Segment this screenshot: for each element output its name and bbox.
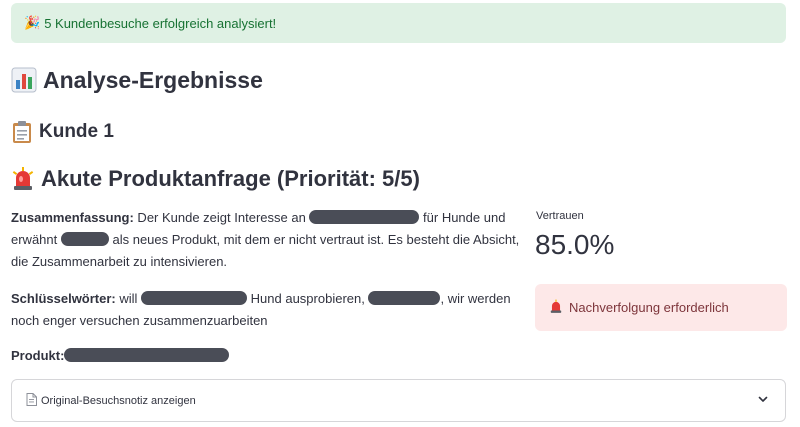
confidence-label: Vertrauen (536, 210, 584, 222)
clipboard-icon (11, 120, 33, 144)
results-title: Analyse-Ergebnisse (43, 66, 263, 93)
success-message: 5 Kundenbesuche erfolgreich analysiert! (44, 15, 277, 31)
summary-part-1: Der Kunde zeigt Interesse an (133, 210, 310, 225)
redacted-text (60, 232, 109, 246)
product-label: Produkt: (11, 348, 65, 363)
original-note-expander[interactable]: Original-Besuchsnotiz anzeigen (11, 379, 786, 422)
customer-title: Kunde 1 (39, 121, 114, 142)
followup-text: Nachverfolgung erforderlich (569, 300, 729, 315)
summary-label: Zusammenfassung: (11, 210, 134, 225)
party-popper-icon: 🎉 (24, 15, 41, 30)
results-heading: Analyse-Ergebnisse (11, 64, 263, 96)
siren-icon (549, 299, 563, 317)
success-banner: 🎉 5 Kundenbesuche erfolgreich analysiert… (11, 3, 786, 43)
inquiry-title: Akute Produktanfrage (Priorität: 5/5) (41, 166, 420, 191)
document-icon (26, 392, 37, 409)
keywords-part-1: will (115, 291, 142, 306)
redacted-text (368, 291, 441, 305)
bar-chart-icon (11, 67, 37, 93)
chevron-down-icon[interactable] (757, 393, 769, 408)
siren-icon (11, 166, 35, 192)
redacted-text (141, 291, 248, 305)
inquiry-heading: Akute Produktanfrage (Priorität: 5/5) (11, 163, 420, 195)
keywords-part-2: Hund ausprobieren, (247, 291, 369, 306)
keywords-text: Schlüsselwörter: will Hund ausprobieren,… (11, 288, 523, 332)
followup-alert: Nachverfolgung erforderlich (535, 284, 787, 331)
expander-label: Original-Besuchsnotiz anzeigen (41, 394, 196, 407)
keywords-label: Schlüsselwörter: (11, 291, 116, 306)
product-text: Produkt: (11, 345, 523, 367)
redacted-text (64, 348, 230, 362)
customer-heading: Kunde 1 (11, 118, 114, 146)
confidence-value: 85.0% (535, 229, 615, 260)
redacted-text (309, 210, 420, 224)
page: 🎉 5 Kundenbesuche erfolgreich analysiert… (0, 0, 800, 427)
summary-text: Zusammenfassung: Der Kunde zeigt Interes… (11, 207, 523, 273)
